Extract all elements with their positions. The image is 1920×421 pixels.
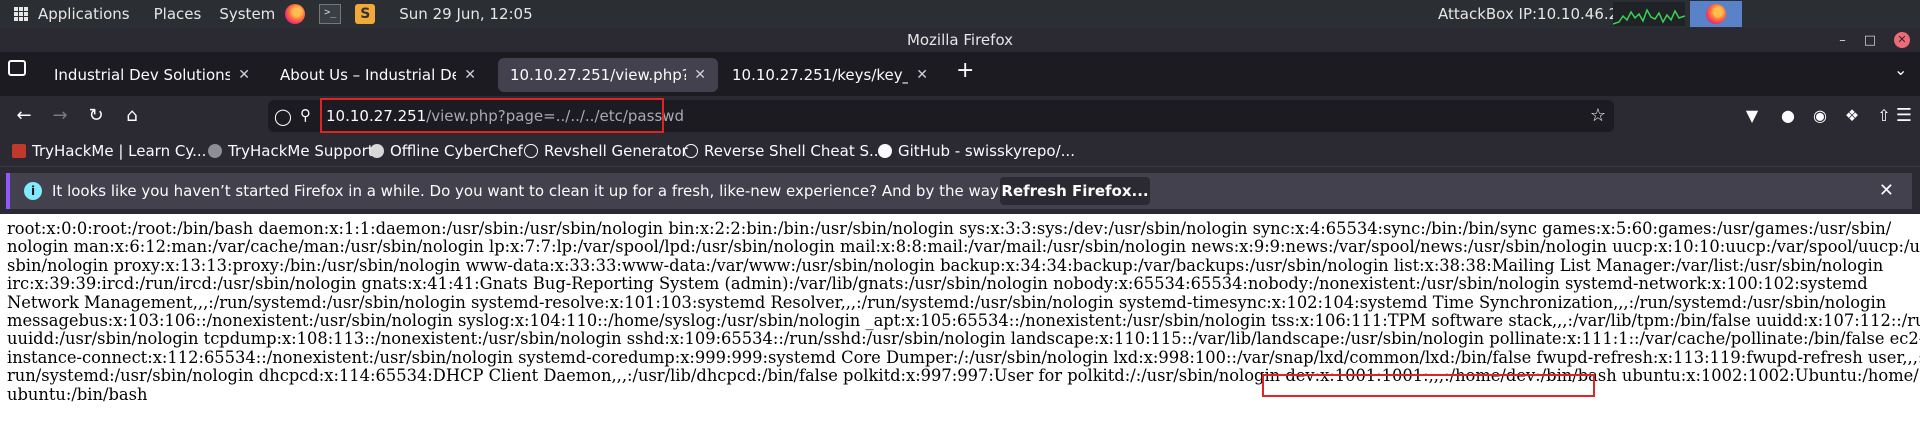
url-highlight-box [320, 98, 664, 133]
passwd-line: run/systemd:/usr/sbin/nologin dhcpcd:x:1… [7, 366, 1919, 386]
restore-icon[interactable]: □ [1864, 33, 1876, 48]
apps-grid-icon [14, 7, 28, 21]
forward-arrow-icon[interactable]: → [48, 104, 72, 128]
bookmark-revshell-generator[interactable]: Revshell Generator [524, 136, 688, 166]
firefox-launcher[interactable] [285, 0, 306, 28]
reload-icon[interactable]: ↻ [84, 104, 108, 128]
tab-label: 10.10.27.251/view.php?page=../../../etc/… [510, 66, 687, 84]
globe-icon [524, 144, 538, 158]
passwd-line: messagebus:x:103:106::/nonexistent:/usr/… [7, 311, 1920, 331]
bookmark-label: Offline CyberChef [390, 142, 523, 160]
passwd-line: Network Management,,,:/run/systemd:/usr/… [7, 292, 1887, 312]
passwd-line: irc:x:39:39:ircd:/run/ircd:/usr/sbin/nol… [7, 274, 1868, 294]
firefox-view-icon[interactable] [8, 60, 26, 76]
attackbox-ip-label: AttackBox IP:10.10.46.202 [1438, 5, 1638, 23]
taskbar-firefox-window[interactable] [1690, 1, 1742, 27]
refresh-firefox-button[interactable]: Refresh Firefox... [1000, 177, 1150, 205]
extensions-puzzle-icon[interactable]: ❖ [1840, 104, 1864, 128]
window-title-bar: Mozilla Firefox [0, 28, 1920, 52]
network-monitor-graph [1613, 2, 1685, 26]
navigation-toolbar: ← → ↻ ⌂ ◯ ⚲ 10.10.27.251/view.php?page=.… [0, 96, 1920, 136]
window-close-icon[interactable]: ✕ [1894, 32, 1910, 48]
sublime-launcher[interactable]: S [355, 0, 376, 28]
bookmark-github-swisskyrepo[interactable]: GitHub - swisskyrepo/... [878, 136, 1075, 166]
info-icon: i [24, 182, 42, 200]
tab-label: 10.10.27.251/keys/key_09 [732, 66, 908, 84]
tab-keys[interactable]: 10.10.27.251/keys/key_09 ✕ [720, 58, 940, 92]
system-label: System [219, 5, 276, 23]
tab-label: Industrial Dev Solutions [54, 66, 231, 84]
cyberchef-icon [370, 144, 384, 158]
menu-hamburger-icon[interactable]: ☰ [1892, 104, 1916, 128]
account-icon[interactable]: ● [1776, 104, 1800, 128]
tab-close-icon[interactable]: ✕ [238, 67, 250, 83]
passwd-line: instance-connect:x:112:65534::/nonexiste… [7, 347, 1920, 367]
tryhackme-support-icon [208, 144, 222, 158]
notification-message-box: i It looks like you haven’t started Fire… [6, 173, 1912, 209]
bookmark-label: Revshell Generator [544, 142, 688, 160]
terminal-icon: >_ [319, 4, 342, 24]
page-content: root:x:0:0:root:/root:/bin/bash daemon:x… [7, 219, 1920, 404]
tab-view-passwd[interactable]: 10.10.27.251/view.php?page=../../../etc/… [498, 58, 718, 92]
list-tabs-chevron-icon[interactable]: ⌄ [1894, 60, 1907, 79]
dev-user-highlight-box [1262, 374, 1595, 397]
tryhackme-icon [12, 144, 26, 158]
bookmark-label: GitHub - swisskyrepo/... [898, 142, 1075, 160]
sublime-text-icon: S [355, 4, 376, 24]
firefox-icon [1706, 4, 1726, 24]
pocket-icon[interactable]: ▼ [1740, 104, 1764, 128]
tab-about-us[interactable]: About Us – Industrial Dev Solutions ✕ [268, 58, 488, 92]
home-icon[interactable]: ⌂ [120, 104, 144, 128]
extension-cookie-icon[interactable]: ◉ [1808, 104, 1832, 128]
window-controls: – □ ✕ [1839, 28, 1910, 52]
bookmark-star-icon[interactable]: ☆ [1590, 105, 1606, 126]
tab-close-icon[interactable]: ✕ [916, 67, 928, 83]
bookmark-reverse-shell-cheat[interactable]: Reverse Shell Cheat S... [684, 136, 883, 166]
tab-label: About Us – Industrial Dev Solutions [280, 66, 457, 84]
close-icon[interactable]: ✕ [1879, 179, 1894, 203]
terminal-launcher[interactable]: >_ [319, 0, 342, 28]
datetime-label: Sun 29 Jun, 12:05 [399, 5, 533, 23]
firefox-icon [285, 4, 306, 24]
minimize-icon[interactable]: – [1839, 33, 1846, 48]
bookmark-tryhackme-support[interactable]: TryHackMe Support [208, 136, 374, 166]
tab-bar: Industrial Dev Solutions ✕ About Us – In… [0, 52, 1920, 96]
globe-icon [684, 144, 698, 158]
applications-menu[interactable]: Applications [14, 0, 130, 28]
places-label: Places [153, 5, 202, 23]
bookmark-cyberchef[interactable]: Offline CyberChef [370, 136, 523, 166]
bookmark-label: TryHackMe Support [228, 142, 374, 160]
window-title: Mozilla Firefox [906, 31, 1014, 49]
passwd-line: root:x:0:0:root:/root:/bin/bash daemon:x… [7, 219, 1892, 238]
bookmarks-toolbar: TryHackMe | Learn Cy... TryHackMe Suppor… [0, 136, 1920, 166]
new-tab-icon[interactable]: + [956, 58, 974, 83]
notification-message: It looks like you haven’t started Firefo… [52, 182, 1122, 200]
passwd-line: uuidd:/usr/sbin/nologin tcpdump:x:108:11… [7, 329, 1920, 349]
passwd-line: ubuntu:/bin/bash [7, 384, 148, 404]
bookmark-label: Reverse Shell Cheat S... [704, 142, 884, 160]
tracking-protection-shield-icon[interactable]: ◯ [274, 107, 292, 126]
back-arrow-icon[interactable]: ← [12, 104, 36, 128]
passwd-line: sbin/nologin proxy:x:13:13:proxy:/bin:/u… [7, 255, 1884, 275]
tab-close-icon[interactable]: ✕ [464, 67, 476, 83]
system-menu[interactable]: System [219, 0, 275, 28]
clock[interactable]: Sun 29 Jun, 12:05 [399, 0, 532, 28]
tab-industrial-dev[interactable]: Industrial Dev Solutions ✕ [42, 58, 262, 92]
github-icon [878, 144, 892, 158]
bookmark-tryhackme[interactable]: TryHackMe | Learn Cy... [12, 136, 206, 166]
notification-bar: i It looks like you haven’t started Fire… [0, 166, 1920, 214]
tab-close-icon[interactable]: ✕ [694, 67, 706, 83]
applications-label: Applications [38, 5, 130, 23]
places-menu[interactable]: Places [154, 0, 202, 28]
lock-icon[interactable]: ⚲ [300, 106, 311, 124]
bookmark-label: TryHackMe | Learn Cy... [32, 142, 207, 160]
passwd-line: nologin man:x:6:12:man:/var/cache/man:/u… [7, 237, 1920, 257]
